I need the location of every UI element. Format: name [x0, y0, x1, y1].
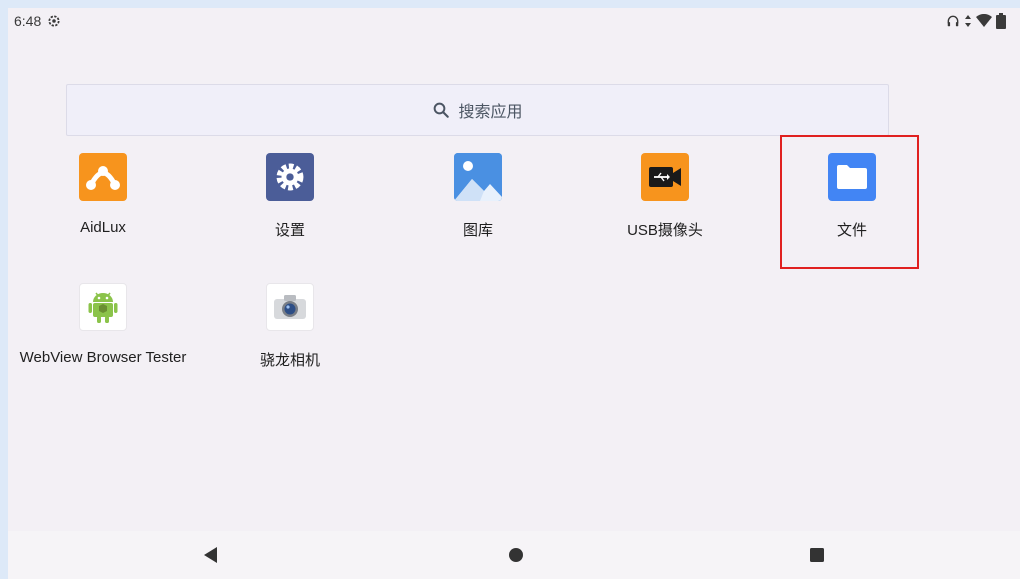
- app-aidlux[interactable]: AidLux: [8, 153, 198, 236]
- app-label: 骁龙相机: [259, 352, 320, 369]
- back-button[interactable]: [197, 541, 225, 569]
- search-placeholder: 搜索应用: [458, 104, 523, 121]
- recents-square-icon: [810, 548, 824, 562]
- status-right: [946, 13, 1006, 29]
- headphones-icon: [947, 15, 959, 27]
- android-icon: [79, 283, 127, 331]
- navigation-bar: [8, 531, 1020, 579]
- app-webview-browser-tester[interactable]: WebView Browser Tester: [8, 283, 198, 366]
- app-label: WebView Browser Tester: [19, 349, 187, 366]
- app-snapdragon-camera[interactable]: 骁龙相机: [195, 283, 385, 370]
- status-time: 6:48: [14, 13, 42, 29]
- data-arrows-icon: [965, 15, 971, 27]
- home-circle-icon: [509, 548, 523, 562]
- gallery-icon: [454, 153, 502, 201]
- wifi-icon: [976, 14, 992, 27]
- settings-gear-icon: [48, 15, 60, 27]
- app-label: AidLux: [80, 219, 126, 236]
- app-gallery[interactable]: 图库: [383, 153, 573, 240]
- camera-icon: [266, 283, 314, 331]
- home-button[interactable]: [502, 541, 530, 569]
- app-settings[interactable]: 设置: [195, 153, 385, 240]
- search-icon: [434, 102, 450, 118]
- search-apps-bar[interactable]: 搜索应用: [66, 84, 889, 136]
- status-bar: 6:48: [8, 8, 1020, 34]
- recents-button[interactable]: [803, 541, 831, 569]
- app-label: 设置: [274, 222, 305, 239]
- app-usb-camera[interactable]: USB摄像头: [570, 153, 760, 240]
- aidlux-icon: [79, 153, 127, 201]
- status-left: 6:48: [14, 13, 61, 29]
- app-label: USB摄像头: [627, 222, 703, 239]
- settings-icon: [266, 153, 314, 201]
- battery-icon: [996, 13, 1006, 29]
- launcher-screen: 6:48 搜索应用 AidLux 设置 图库 USB摄像头 文件 WebView…: [8, 8, 1020, 579]
- app-label: 图库: [462, 222, 493, 239]
- usb-camera-icon: [641, 153, 689, 201]
- back-triangle-icon: [204, 547, 217, 563]
- selection-highlight-box: [780, 135, 919, 269]
